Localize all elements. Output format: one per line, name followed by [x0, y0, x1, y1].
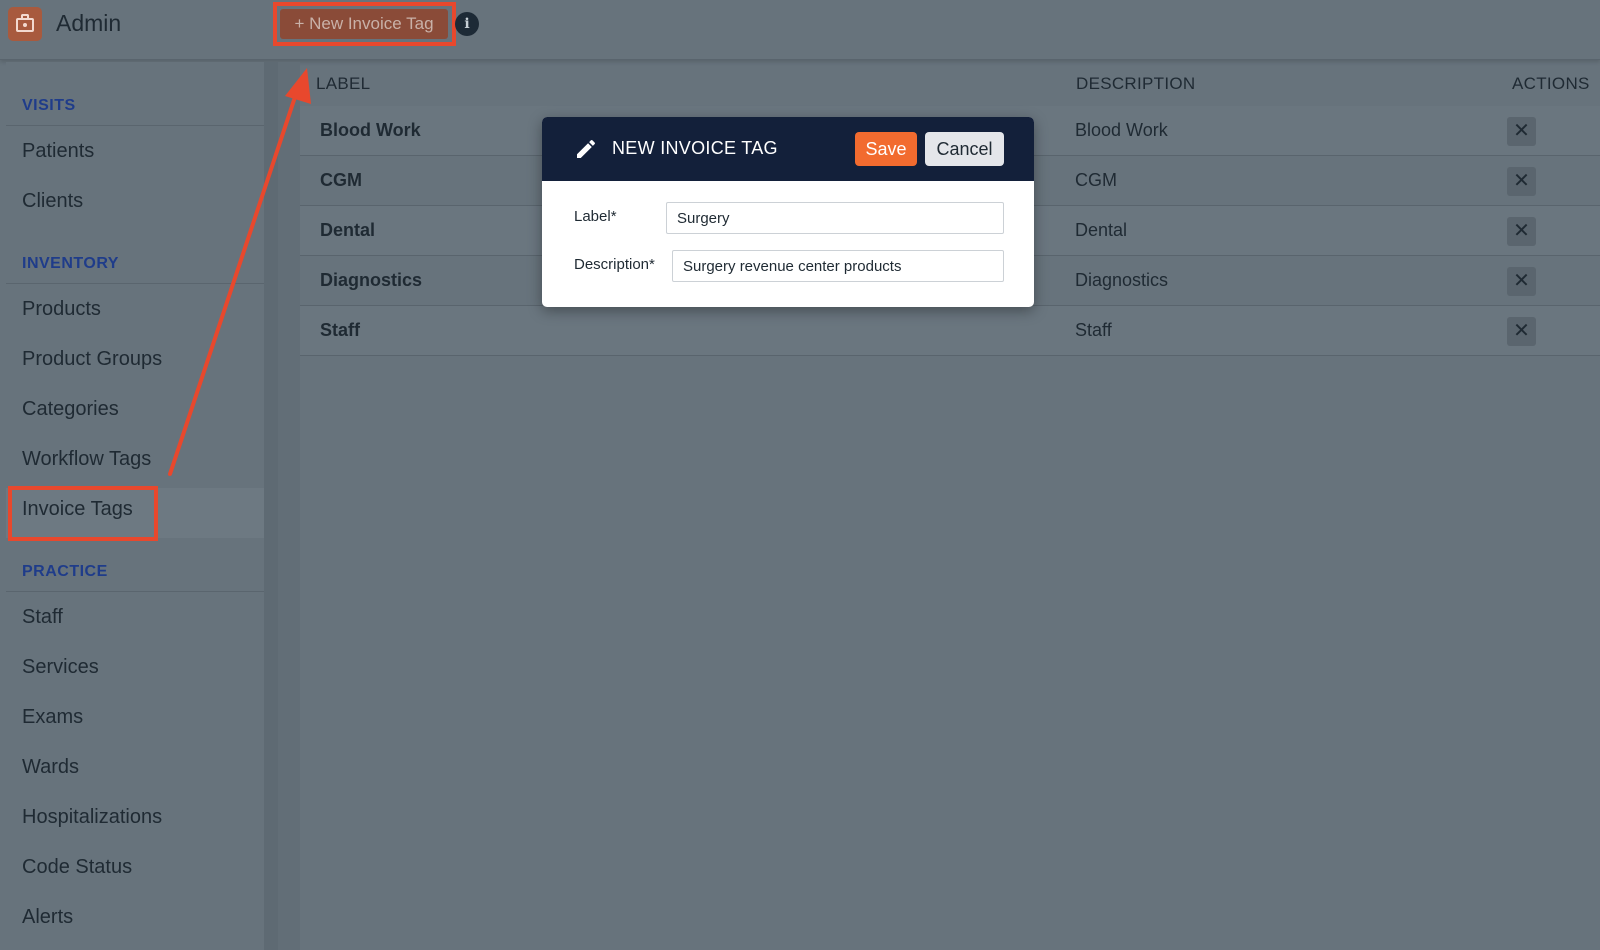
delete-button[interactable]: ✕ — [1507, 267, 1536, 296]
cell-label: Blood Work — [320, 120, 421, 140]
sidebar-item-patients[interactable]: Patients — [22, 140, 94, 163]
new-invoice-tag-dialog: NEW INVOICE TAG Save Cancel Label* Descr… — [542, 117, 1034, 307]
sidebar-item-services[interactable]: Services — [22, 656, 99, 679]
cell-description: Staff — [1075, 320, 1112, 340]
sidebar-item-staff[interactable]: Staff — [22, 606, 63, 629]
app-title: Admin — [56, 10, 122, 36]
cell-label: Diagnostics — [320, 270, 423, 290]
sidebar-item-hospitalizations[interactable]: Hospitalizations — [22, 806, 162, 829]
divider — [6, 125, 264, 126]
divider — [6, 283, 264, 284]
sidebar-item-workflow-tags[interactable]: Workflow Tags — [22, 448, 151, 471]
highlight-box-invoice-tags — [8, 486, 158, 541]
sidebar-section-practice: PRACTICE — [22, 563, 108, 580]
column-header-label: LABEL — [316, 74, 371, 93]
dialog-title: NEW INVOICE TAG — [612, 138, 778, 158]
dialog-header: NEW INVOICE TAG Save Cancel — [542, 117, 1034, 181]
close-icon: ✕ — [1513, 170, 1530, 192]
sidebar-section-visits: VISITS — [22, 97, 76, 114]
close-icon: ✕ — [1513, 120, 1530, 142]
content-gutter — [278, 62, 300, 950]
sidebar-item-clients[interactable]: Clients — [22, 190, 83, 213]
cell-label: CGM — [320, 170, 362, 190]
save-button[interactable]: Save — [855, 132, 917, 166]
label-field-label: Label* — [574, 208, 617, 225]
table-row[interactable]: Staff Staff ✕ — [300, 306, 1600, 356]
cell-description: CGM — [1075, 170, 1117, 190]
top-bar: Admin + New Invoice Tag i — [0, 0, 1600, 60]
sidebar-item-product-groups[interactable]: Product Groups — [22, 348, 162, 371]
highlight-box-new-button — [273, 2, 456, 46]
column-header-description: DESCRIPTION — [1076, 74, 1196, 93]
sidebar-item-exams[interactable]: Exams — [22, 706, 83, 729]
sidebar-item-code-status[interactable]: Code Status — [22, 856, 132, 879]
cell-label: Dental — [320, 220, 376, 240]
cell-description: Dental — [1075, 220, 1128, 240]
cell-description: Blood Work — [1075, 120, 1168, 140]
briefcase-medical-icon[interactable] — [8, 7, 42, 41]
close-icon: ✕ — [1513, 320, 1530, 342]
delete-button[interactable]: ✕ — [1507, 217, 1536, 246]
cell-label: Staff — [320, 320, 360, 340]
close-icon: ✕ — [1513, 220, 1530, 242]
sidebar-section-inventory: INVENTORY — [22, 255, 119, 272]
sidebar-item-alerts[interactable]: Alerts — [22, 906, 73, 929]
cell-description: Diagnostics — [1075, 270, 1169, 290]
sidebar-scrollbar[interactable] — [264, 62, 278, 950]
description-field-label: Description* — [574, 256, 655, 273]
cancel-button[interactable]: Cancel — [925, 132, 1004, 166]
label-input[interactable] — [666, 202, 1004, 234]
close-icon: ✕ — [1513, 270, 1530, 292]
pencil-icon — [577, 139, 596, 158]
delete-button[interactable]: ✕ — [1507, 317, 1536, 346]
divider — [6, 591, 264, 592]
info-icon[interactable]: i — [455, 12, 479, 36]
column-header-actions: ACTIONS — [1512, 74, 1590, 93]
delete-button[interactable]: ✕ — [1507, 167, 1536, 196]
sidebar-item-wards[interactable]: Wards — [22, 756, 79, 779]
delete-button[interactable]: ✕ — [1507, 117, 1536, 146]
sidebar-item-categories[interactable]: Categories — [22, 398, 119, 421]
sidebar-item-products[interactable]: Products — [22, 298, 101, 321]
description-input[interactable] — [672, 250, 1004, 282]
